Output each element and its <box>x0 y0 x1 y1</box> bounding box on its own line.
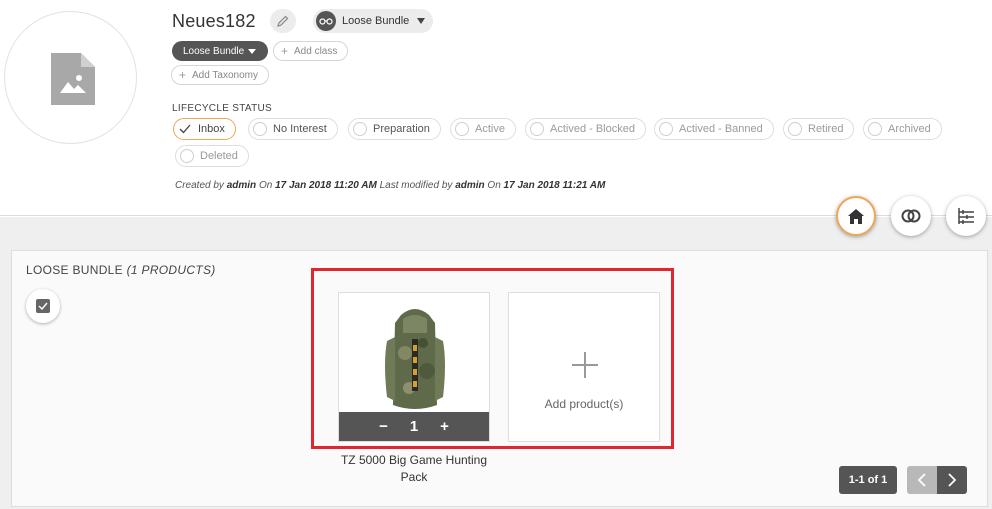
plus-icon: + <box>179 68 187 82</box>
status-actived-banned[interactable]: Actived - Banned <box>654 118 774 140</box>
radio-icon <box>353 122 367 136</box>
add-product-card[interactable]: Add product(s) <box>508 292 660 442</box>
home-view-button[interactable] <box>836 196 876 236</box>
pencil-icon <box>277 15 289 27</box>
status-label: Actived - Blocked <box>550 123 635 135</box>
previous-page-button[interactable] <box>907 466 937 494</box>
quantity-value: 1 <box>409 418 419 435</box>
radio-icon <box>530 122 544 136</box>
modified-on-date: 17 Jan 2018 11:21 AM <box>503 180 606 191</box>
bundle-type-label: Loose Bundle <box>342 15 410 27</box>
status-label: Deleted <box>200 150 238 162</box>
created-by-user: admin <box>226 180 257 191</box>
pagination-count: 1-1 of 1 <box>839 466 897 494</box>
status-label: Actived - Banned <box>679 123 763 135</box>
chevron-left-icon <box>917 473 926 487</box>
radio-icon <box>253 122 267 136</box>
chevron-right-icon <box>948 473 957 487</box>
class-tag-label: Loose Bundle <box>183 45 245 57</box>
glasses-icon <box>316 11 336 31</box>
link-rings-icon <box>901 209 921 223</box>
hierarchy-view-button[interactable] <box>946 196 986 236</box>
radio-icon <box>868 122 882 136</box>
status-inbox[interactable]: Inbox <box>173 118 236 140</box>
status-label: Preparation <box>373 123 430 135</box>
status-preparation[interactable]: Preparation <box>348 118 441 140</box>
select-all-checkbox[interactable] <box>26 289 60 323</box>
plus-icon <box>572 352 598 378</box>
next-page-button[interactable] <box>937 466 967 494</box>
radio-icon <box>455 122 469 136</box>
status-actived-blocked[interactable]: Actived - Blocked <box>525 118 646 140</box>
page-title: Neues182 <box>172 11 256 31</box>
add-class-button[interactable]: + Add class <box>273 41 349 61</box>
status-label: Archived <box>888 123 931 135</box>
backpack-image <box>385 309 445 409</box>
status-label: No Interest <box>273 123 327 135</box>
status-active[interactable]: Active <box>450 118 516 140</box>
status-label: Active <box>475 123 505 135</box>
lifecycle-status-label: LIFECYCLE STATUS <box>172 103 273 114</box>
radio-icon <box>788 122 802 136</box>
chevron-down-icon <box>248 48 257 54</box>
created-by-label: Created by <box>175 180 224 191</box>
class-tag-dropdown[interactable]: Loose Bundle <box>172 41 268 61</box>
image-file-icon <box>51 53 95 105</box>
edit-title-button[interactable] <box>270 9 296 33</box>
status-no-interest[interactable]: No Interest <box>248 118 338 140</box>
status-deleted[interactable]: Deleted <box>175 145 249 167</box>
status-retired[interactable]: Retired <box>783 118 855 140</box>
modified-by-label: Last modified by <box>379 180 453 191</box>
add-taxonomy-label: Add Taxonomy <box>192 69 258 81</box>
plus-icon: + <box>281 44 289 58</box>
created-on-date: 17 Jan 2018 11:20 AM <box>275 180 377 191</box>
modified-by-user: admin <box>455 180 485 191</box>
bundle-type-dropdown[interactable]: Loose Bundle <box>313 9 433 33</box>
check-icon <box>178 122 192 136</box>
panel-title: LOOSE BUNDLE (1 PRODUCTS) <box>26 263 216 277</box>
home-icon <box>848 208 864 224</box>
status-label: Retired <box>808 123 844 135</box>
status-archived[interactable]: Archived <box>863 118 942 140</box>
on-label: On <box>487 180 501 191</box>
checkbox-icon <box>36 299 50 313</box>
add-taxonomy-button[interactable]: + Add Taxonomy <box>171 65 269 85</box>
product-name[interactable]: TZ 5000 Big Game Hunting Pack <box>338 452 490 486</box>
add-class-label: Add class <box>294 45 338 57</box>
product-card[interactable]: − 1 + <box>338 292 490 442</box>
status-label: Inbox <box>198 123 225 135</box>
quantity-stepper: − 1 + <box>339 412 489 441</box>
product-count: (1 PRODUCTS) <box>126 263 216 277</box>
on-label: On <box>258 180 273 191</box>
relations-view-button[interactable] <box>891 196 931 236</box>
chevron-down-icon <box>417 18 425 24</box>
increase-quantity-button[interactable]: + <box>440 418 449 435</box>
radio-icon <box>180 149 194 163</box>
decrease-quantity-button[interactable]: − <box>379 418 388 435</box>
product-image-placeholder[interactable] <box>4 11 137 144</box>
hierarchy-icon <box>958 208 974 224</box>
add-product-label: Add product(s) <box>544 397 624 411</box>
radio-icon <box>659 122 673 136</box>
panel-title-text: LOOSE BUNDLE <box>26 263 123 277</box>
audit-info: Created by admin On 17 Jan 2018 11:20 AM… <box>175 180 605 191</box>
